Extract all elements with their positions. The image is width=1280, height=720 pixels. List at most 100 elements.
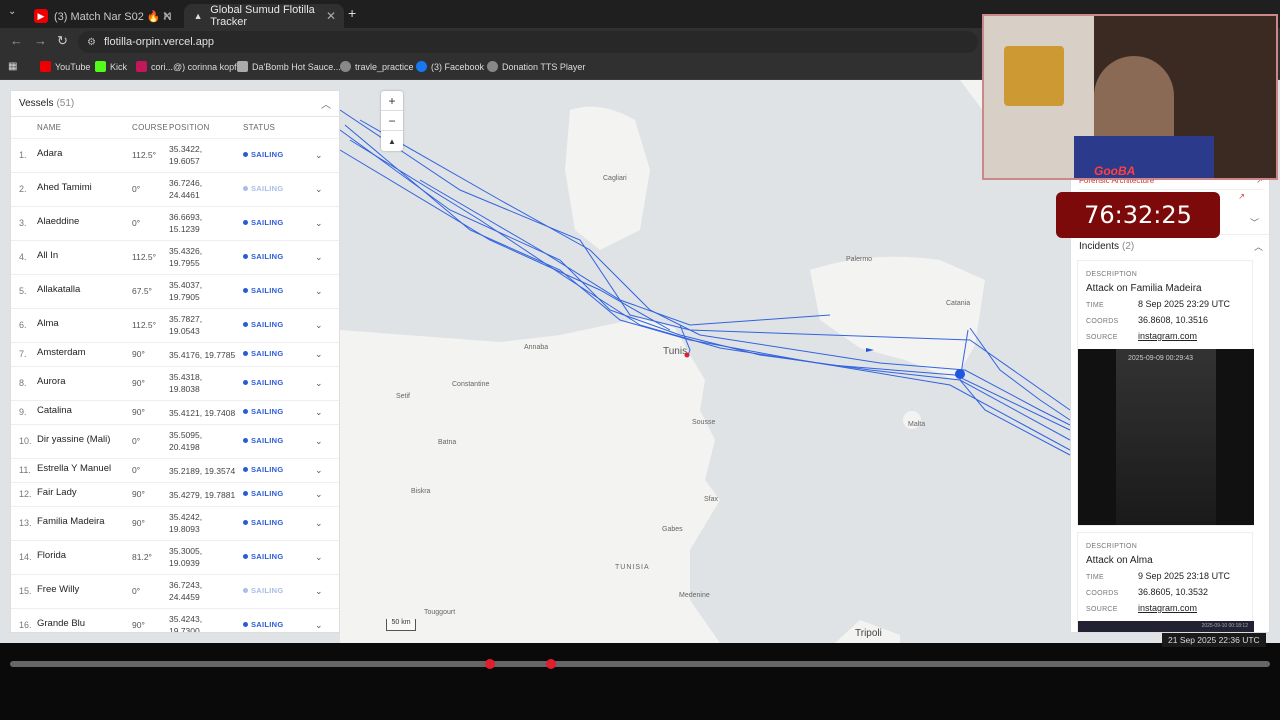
vessel-row[interactable]: 4. All In 112.5° 35.4326, 19.7955 SAILING ⌄ xyxy=(11,241,339,275)
vessel-course: 90° xyxy=(132,489,145,499)
bookmark-donation[interactable]: Donation TTS Player xyxy=(487,61,585,72)
row-number: 10. xyxy=(19,436,32,446)
status-badge: SAILING xyxy=(243,620,284,629)
close-tab-icon[interactable]: ✕ xyxy=(326,9,336,23)
incident-card: DESCRIPTION Attack on Familia Madeira TI… xyxy=(1077,260,1254,526)
collapse-icon[interactable]: ︿ xyxy=(1254,240,1263,253)
source-link[interactable]: instagram.com xyxy=(1138,331,1197,341)
status-label: SAILING xyxy=(251,286,284,295)
apps-icon[interactable]: ▦ xyxy=(8,61,17,72)
chevron-down-icon[interactable]: ⌄ xyxy=(315,436,323,447)
vessel-row[interactable]: 9. Catalina 90° 35.4121, 19.7408 SAILING ⌄ xyxy=(11,401,339,425)
chevron-down-icon[interactable]: ⌄ xyxy=(315,218,323,229)
zoom-in-button[interactable]: + xyxy=(381,91,403,111)
vessel-row[interactable]: 12. Fair Lady 90° 35.4279, 19.7881 SAILING ⌄ xyxy=(11,483,339,507)
zoom-out-button[interactable]: − xyxy=(381,111,403,131)
incident-card: DESCRIPTION Attack on Alma TIME 9 Sep 20… xyxy=(1077,532,1254,632)
position-lon: 24.4459 xyxy=(169,592,200,602)
tab-match[interactable]: ▶ (3) Match Nar S02 🔥 Nabil Ko ✕ xyxy=(26,4,180,28)
bookmark-youtube[interactable]: YouTube xyxy=(40,61,90,72)
status-label: SAILING xyxy=(251,184,284,193)
position-lat: 36.6693, xyxy=(169,212,203,222)
bookmark-label: cori...@) corinna kopf xyxy=(151,61,237,72)
tab-search-icon[interactable]: ⌄ xyxy=(8,6,16,17)
chevron-down-icon[interactable]: ⌄ xyxy=(315,407,323,418)
incident-video[interactable]: 2025-09-10 00:18:12 xyxy=(1078,621,1254,632)
chevron-down-icon[interactable]: ⌄ xyxy=(315,320,323,331)
vessel-row[interactable]: 10. Dir yassine (Mali) 0° 35.5095, 20.4198 SA… xyxy=(11,425,339,459)
chevron-down-icon[interactable]: ⌄ xyxy=(315,252,323,263)
vessel-position: 36.7243, 24.4459 xyxy=(169,579,202,603)
chevron-down-icon[interactable]: ⌄ xyxy=(315,184,323,195)
chevron-down-icon[interactable]: ⌄ xyxy=(315,150,323,161)
vessel-course: 0° xyxy=(132,184,141,194)
reload-icon[interactable]: ↻ xyxy=(57,33,68,49)
vessel-row[interactable]: 8. Aurora 90° 35.4318, 19.8038 SAILING ⌄ xyxy=(11,367,339,401)
new-tab-icon[interactable]: + xyxy=(348,5,356,21)
chevron-down-icon[interactable]: ⌄ xyxy=(315,349,323,360)
chevron-down-icon[interactable]: ⌄ xyxy=(315,620,323,631)
vessel-row[interactable]: 1. Adara 112.5° 35.3422, 19.6057 SAILING ⌄ xyxy=(11,139,339,173)
timeline-handle-end[interactable] xyxy=(545,659,556,669)
bookmark-corinna[interactable]: cori...@) corinna kopf xyxy=(136,61,237,72)
vessel-name: Allakatalla xyxy=(37,284,81,295)
vessel-course: 0° xyxy=(132,436,141,446)
map-label: Malta xyxy=(908,421,926,428)
vessel-row[interactable]: 11. Estrella Y Manuel 0° 35.2189, 19.3574 SA… xyxy=(11,459,339,483)
status-dot-icon xyxy=(243,186,248,191)
label: TIME xyxy=(1086,574,1104,581)
vessel-row[interactable]: 14. Florida 81.2° 35.3005, 19.0939 SAILING ⌄ xyxy=(11,541,339,575)
vessels-header[interactable]: Vessels (51) ︿ xyxy=(11,91,339,117)
incident-video[interactable]: 2025-09-09 00:29:43 xyxy=(1078,349,1254,525)
compass-button[interactable]: ▲ xyxy=(381,131,403,151)
youtube-icon xyxy=(40,61,51,72)
incident-coords: 36.8605, 10.3532 xyxy=(1138,587,1209,597)
bookmark-dabomb[interactable]: Da'Bomb Hot Sauce... xyxy=(237,61,341,72)
vessel-row[interactable]: 16. Grande Blu 90° 35.4243, 19.7300 SAILING ⌄ xyxy=(11,609,339,633)
incident-title: Attack on Alma xyxy=(1086,555,1153,566)
vessel-row[interactable]: 5. Allakatalla 67.5° 35.4037, 19.7905 SAILING… xyxy=(11,275,339,309)
bookmark-travle[interactable]: travle_practice xyxy=(340,61,414,72)
vessel-row[interactable]: 13. Familia Madeira 90° 35.4242, 19.8093 SAIL… xyxy=(11,507,339,541)
status-badge: SAILING xyxy=(243,184,284,193)
close-tab-icon[interactable]: ✕ xyxy=(162,9,172,23)
timeline-slider[interactable] xyxy=(10,661,1270,667)
position-lat: 36.7246, xyxy=(169,178,203,188)
position-lat: 35.3422, xyxy=(169,144,203,154)
chevron-down-icon[interactable]: ⌄ xyxy=(315,552,323,563)
external-link-icon[interactable]: ↗ xyxy=(1238,192,1245,201)
vessel-row[interactable]: 2. Ahed Tamimi 0° 36.7246, 24.4461 SAILING ⌄ xyxy=(11,173,339,207)
bookmark-facebook[interactable]: (3) Facebook xyxy=(416,61,484,72)
chevron-down-icon[interactable]: ⌄ xyxy=(315,378,323,389)
status-badge: SAILING xyxy=(243,150,284,159)
page-icon xyxy=(237,61,248,72)
vessel-row[interactable]: 7. Amsterdam 90° 35.4176, 19.7785 SAILING ⌄ xyxy=(11,343,339,367)
url-input[interactable]: ⚙ flotilla-orpin.vercel.app xyxy=(78,31,978,53)
forward-icon[interactable]: → xyxy=(34,33,47,48)
chevron-down-icon[interactable]: ⌄ xyxy=(315,489,323,500)
vessel-row[interactable]: 6. Alma 112.5° 35.7827, 19.0543 SAILING ⌄ xyxy=(11,309,339,343)
status-label: SAILING xyxy=(251,586,284,595)
globe-icon xyxy=(487,61,498,72)
chevron-down-icon[interactable]: ⌄ xyxy=(315,286,323,297)
site-info-icon[interactable]: ⚙ xyxy=(87,37,96,48)
position-lon: 19.7905 xyxy=(169,292,200,302)
vessel-name: Alma xyxy=(37,318,59,329)
bookmark-label: Kick xyxy=(110,61,128,72)
timeline-handle-start[interactable] xyxy=(485,659,496,669)
map-label: Cagliari xyxy=(603,175,627,182)
chevron-down-icon[interactable]: ﹀ xyxy=(1250,216,1259,229)
chevron-down-icon[interactable]: ⌄ xyxy=(315,518,323,529)
tab-flotilla[interactable]: ▲ Global Sumud Flotilla Tracker ✕ xyxy=(184,4,344,28)
vessel-cluster-marker[interactable] xyxy=(955,369,965,379)
chevron-down-icon[interactable]: ⌄ xyxy=(315,465,323,476)
bookmark-kick[interactable]: Kick xyxy=(95,61,127,72)
chevron-down-icon[interactable]: ⌄ xyxy=(315,586,323,597)
position-lon: 19.8038 xyxy=(169,384,200,394)
source-link[interactable]: instagram.com xyxy=(1138,603,1197,613)
vessel-row[interactable]: 15. Free Willy 0° 36.7243, 24.4459 SAILING ⌄ xyxy=(11,575,339,609)
collapse-icon[interactable]: ︿ xyxy=(321,96,331,111)
vessel-row[interactable]: 3. Alaeddine 0° 36.6693, 15.1239 SAILING ⌄ xyxy=(11,207,339,241)
back-icon[interactable]: ← xyxy=(10,33,23,48)
position-lon: 19.7300 xyxy=(169,626,200,633)
